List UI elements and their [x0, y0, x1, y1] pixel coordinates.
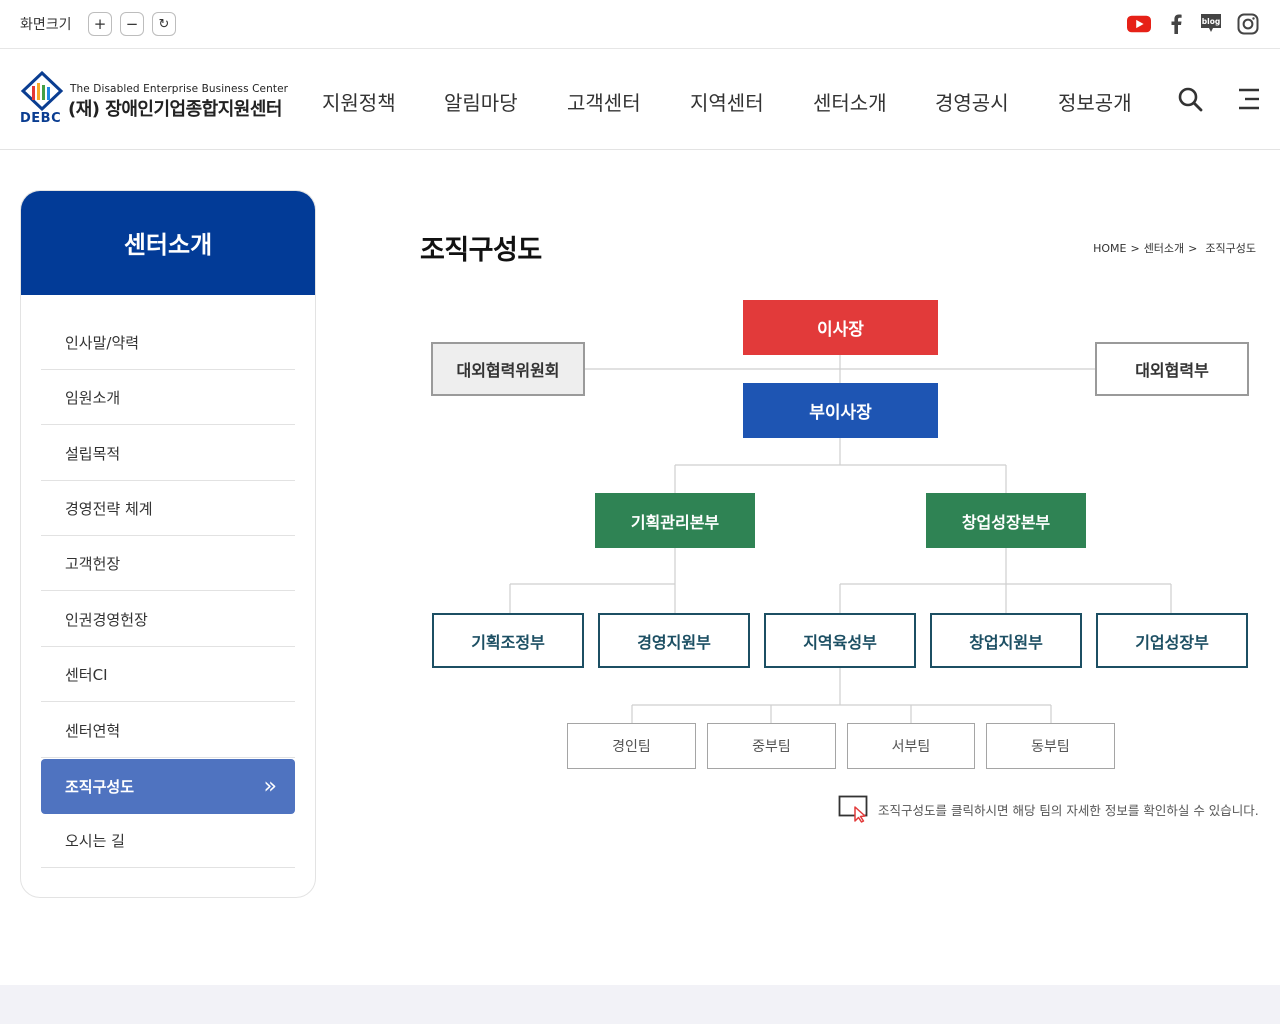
sidebar-item-label: 센터CI — [65, 665, 108, 684]
sidebar-item-ci[interactable]: 센터CI — [41, 647, 295, 702]
youtube-icon[interactable] — [1127, 12, 1151, 36]
zoom-in-button[interactable]: + — [88, 12, 112, 36]
zoom-reset-button[interactable]: ↻ — [152, 12, 176, 36]
search-icon[interactable] — [1176, 85, 1204, 113]
sidebar-item-purpose[interactable]: 설립목적 — [41, 426, 295, 481]
breadcrumb-current: 조직구성도 — [1205, 242, 1256, 255]
sidebar-item-label: 고객헌장 — [65, 554, 121, 573]
site-logo[interactable]: DEBC The Disabled Enterprise Business Ce… — [18, 69, 288, 129]
org-dept-box[interactable]: 경영지원부 — [598, 613, 750, 668]
org-committee-box[interactable]: 대외협력위원회 — [431, 342, 585, 396]
sidebar-item-label: 인사말/약력 — [65, 333, 140, 352]
sidebar-item-customer-charter[interactable]: 고객헌장 — [41, 536, 295, 591]
utility-bar: 화면크기 + − ↻ blog — [0, 0, 1280, 49]
org-chart-hint-text: 조직구성도를 클릭하시면 해당 팀의 자세한 정보를 확인하실 수 있습니다. — [878, 802, 1259, 818]
sidebar-item-strategy[interactable]: 경영전략 체계 — [41, 481, 295, 536]
zoom-label: 화면크기 — [20, 17, 72, 33]
sidebar-item-label: 인권경영헌장 — [65, 610, 148, 629]
org-dept-box[interactable]: 창업지원부 — [930, 613, 1082, 668]
sidebar-item-org-chart[interactable]: 조직구성도 » — [41, 759, 295, 814]
org-team-box[interactable]: 경인팀 — [567, 723, 696, 769]
footer-strip — [0, 985, 1280, 1024]
breadcrumb: HOME > 센터소개 > 조직구성도 — [1093, 240, 1260, 256]
nav-center-intro[interactable]: 센터소개 — [813, 87, 887, 116]
org-team-box[interactable]: 서부팀 — [847, 723, 975, 769]
org-division-startup-box[interactable]: 창업성장본부 — [926, 493, 1086, 548]
site-header: DEBC The Disabled Enterprise Business Ce… — [0, 49, 1280, 150]
blog-icon[interactable]: blog — [1199, 12, 1223, 36]
sidebar-item-executives[interactable]: 임원소개 — [41, 370, 295, 425]
sidebar-item-label: 조직구성도 — [65, 778, 135, 796]
org-dept-box[interactable]: 기획조정부 — [432, 613, 584, 668]
sidebar-item-label: 센터연혁 — [65, 721, 121, 740]
org-division-planning-box[interactable]: 기획관리본부 — [595, 493, 755, 548]
double-chevron-right-icon: » — [263, 774, 277, 799]
svg-text:blog: blog — [1202, 17, 1220, 26]
org-chart-hint: 조직구성도를 클릭하시면 해당 팀의 자세한 정보를 확인하실 수 있습니다. — [838, 795, 1259, 823]
breadcrumb-separator: > — [1188, 242, 1198, 255]
facebook-icon[interactable] — [1164, 12, 1188, 36]
org-chairman-box[interactable]: 이사장 — [743, 300, 938, 355]
sidebar-item-human-rights[interactable]: 인권경영헌장 — [41, 592, 295, 647]
org-vice-chairman-box[interactable]: 부이사장 — [743, 383, 938, 438]
nav-management-disclosure[interactable]: 경영공시 — [935, 87, 1009, 116]
breadcrumb-home[interactable]: HOME — [1093, 242, 1126, 255]
org-external-dept-box[interactable]: 대외협력부 — [1095, 342, 1249, 396]
instagram-icon[interactable] — [1236, 12, 1260, 36]
org-team-box[interactable]: 동부팀 — [986, 723, 1115, 769]
nav-support-policy[interactable]: 지원정책 — [322, 87, 396, 116]
sidebar-item-history[interactable]: 센터연혁 — [41, 703, 295, 758]
logo-emblem-icon — [20, 71, 64, 111]
sidebar-item-label: 설립목적 — [65, 444, 121, 463]
zoom-out-button[interactable]: − — [120, 12, 144, 36]
org-dept-box[interactable]: 기업성장부 — [1096, 613, 1248, 668]
page-title: 조직구성도 — [420, 235, 542, 266]
sidebar-item-label: 오시는 길 — [65, 831, 125, 850]
nav-regional-center[interactable]: 지역센터 — [690, 87, 764, 116]
breadcrumb-center-intro[interactable]: 센터소개 — [1144, 242, 1184, 255]
sidebar-item-label: 경영전략 체계 — [65, 499, 153, 518]
menu-icon[interactable] — [1235, 85, 1263, 113]
logo-abbreviation: DEBC — [20, 111, 62, 126]
logo-korean-name: (재) 장애인기업종합지원센터 — [68, 99, 282, 120]
sidebar-item-greeting[interactable]: 인사말/약력 — [41, 315, 295, 370]
logo-english-name: The Disabled Enterprise Business Center — [70, 83, 289, 95]
nav-notice[interactable]: 알림마당 — [444, 87, 518, 116]
org-dept-box[interactable]: 지역육성부 — [764, 613, 916, 668]
sidebar-item-label: 임원소개 — [65, 388, 121, 407]
click-hint-icon — [838, 795, 868, 823]
sidebar: 센터소개 인사말/약력 임원소개 설립목적 경영전략 체계 고객헌장 인권경영헌… — [20, 190, 316, 898]
nav-information-disclosure[interactable]: 정보공개 — [1058, 87, 1132, 116]
breadcrumb-separator: > — [1130, 242, 1140, 255]
sidebar-item-directions[interactable]: 오시는 길 — [41, 813, 295, 868]
org-team-box[interactable]: 중부팀 — [707, 723, 836, 769]
nav-customer-center[interactable]: 고객센터 — [567, 87, 641, 116]
sidebar-title: 센터소개 — [21, 191, 315, 295]
